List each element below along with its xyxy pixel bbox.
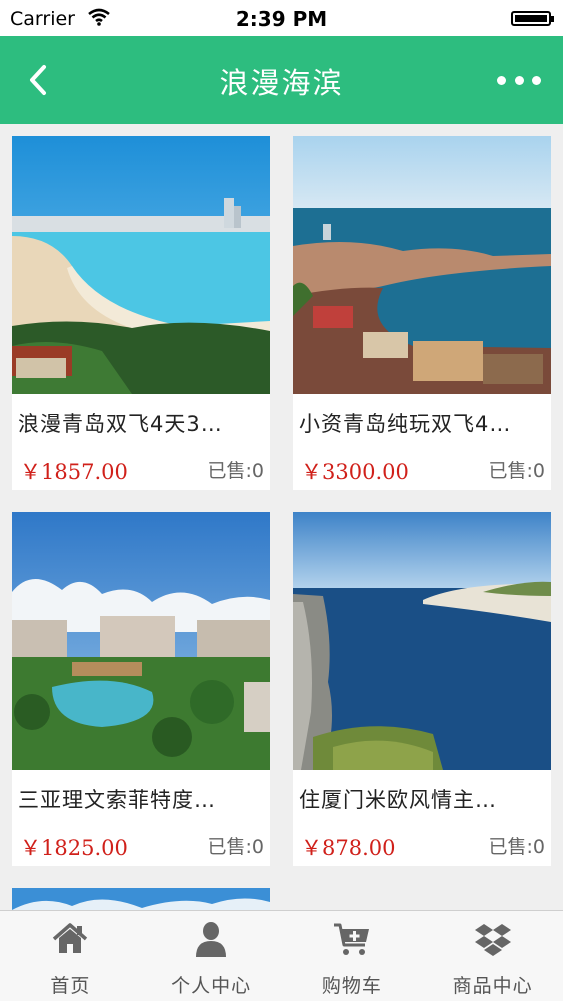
qingdao-beach-photo: [12, 136, 270, 394]
tab-label: 首页: [50, 975, 91, 997]
tab-label: 商品中心: [452, 975, 533, 997]
tab-products[interactable]: 商品中心: [422, 911, 563, 1001]
nav-bar: 浪漫海滨: [0, 36, 563, 124]
home-icon: [53, 923, 88, 953]
sold-count: 已售:0: [207, 460, 265, 482]
product-card[interactable]: 小资青岛纯玩双飞4… ￥3300.00 已售:0: [293, 136, 551, 490]
more-dots-icon[interactable]: [497, 70, 541, 90]
tab-home[interactable]: 首页: [0, 911, 141, 1001]
product-card[interactable]: 浪漫青岛双飞4天3… ￥1857.00 已售:0: [12, 136, 270, 490]
sea-cliff-photo: [293, 512, 551, 770]
product-name: 浪漫青岛双飞4天3…: [18, 412, 223, 436]
qingdao-coast-city-photo: [293, 136, 551, 394]
product-price: ￥1857.00: [20, 460, 128, 484]
product-card[interactable]: 三亚理文索菲特度… ￥1825.00 已售:0: [12, 512, 270, 866]
tab-cart[interactable]: 购物车: [282, 911, 423, 1001]
status-bar: Carrier 2:39 PM: [0, 0, 563, 36]
tab-label: 个人中心: [171, 975, 252, 997]
product-grid: 浪漫青岛双飞4天3… ￥1857.00 已售:0 小资青岛纯玩双飞4… ￥330…: [0, 124, 563, 910]
sold-count: 已售:0: [488, 836, 546, 858]
product-name: 住厦门米欧风情主…: [299, 788, 497, 812]
product-price: ￥3300.00: [301, 460, 409, 484]
sold-count: 已售:0: [207, 836, 265, 858]
tab-label: 购物车: [321, 975, 382, 997]
page-title: 浪漫海滨: [219, 66, 344, 100]
product-card-partial[interactable]: [12, 888, 270, 910]
battery-icon: [511, 11, 554, 26]
user-icon: [196, 922, 227, 957]
product-name: 小资青岛纯玩双飞4…: [299, 412, 512, 436]
tab-bar: 首页 个人中心 购物车 商品中心: [0, 910, 563, 1001]
product-price: ￥878.00: [301, 836, 396, 860]
beach-photo-partial: [12, 888, 270, 910]
product-name: 三亚理文索菲特度…: [18, 788, 216, 812]
tab-profile[interactable]: 个人中心: [141, 911, 282, 1001]
sold-count: 已售:0: [488, 460, 546, 482]
clock: 2:39 PM: [235, 7, 328, 31]
sanya-resort-photo: [12, 512, 270, 770]
product-card[interactable]: 住厦门米欧风情主… ￥878.00 已售:0: [293, 512, 551, 866]
product-price: ￥1825.00: [20, 836, 128, 860]
cart-icon: [333, 923, 369, 955]
dropbox-icon: [474, 924, 511, 956]
